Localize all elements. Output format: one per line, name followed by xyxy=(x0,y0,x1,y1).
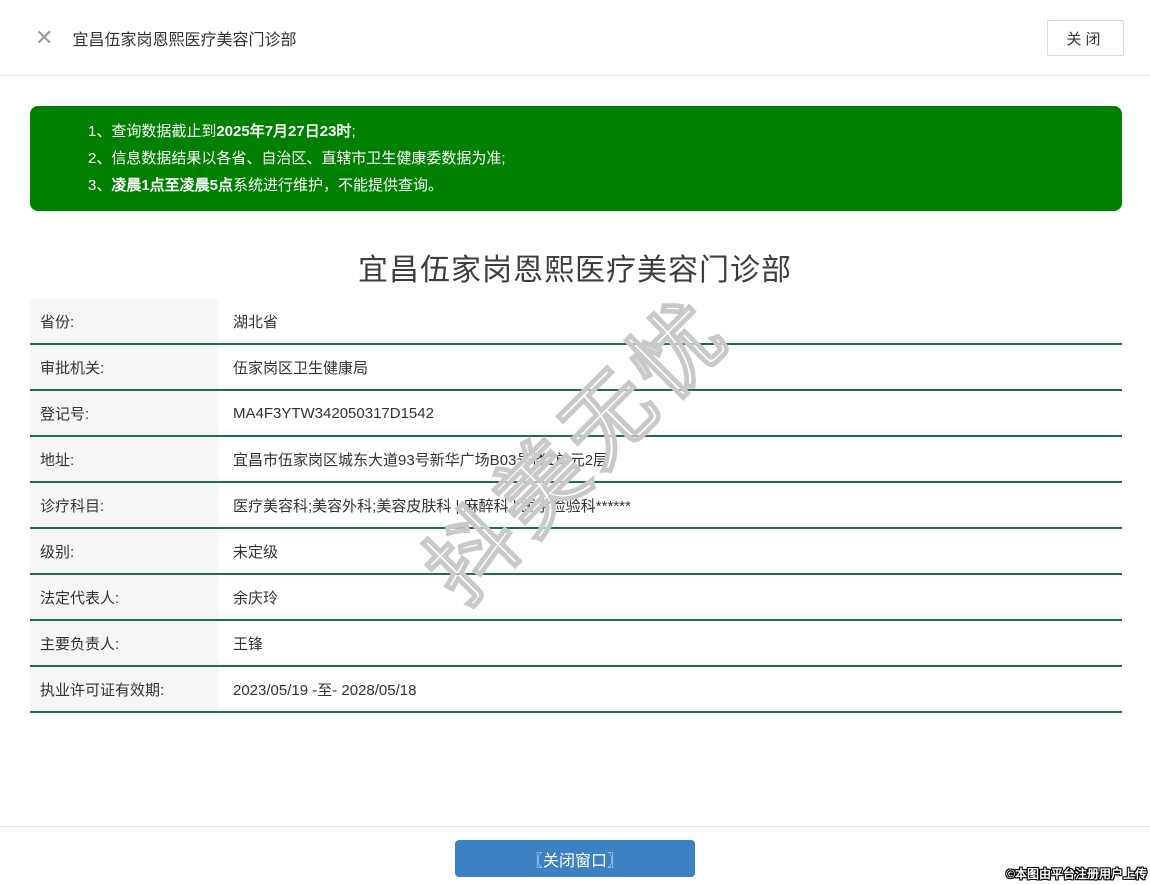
row-value: 余庆玲 xyxy=(218,575,1122,619)
notice-line-1: 1、查询数据截止到2025年7月27日23时; xyxy=(88,118,1102,145)
row-label: 执业许可证有效期: xyxy=(30,667,218,711)
row-label: 地址: xyxy=(30,437,218,481)
window-title: 宜昌伍家岗恩熙医疗美容门诊部 xyxy=(72,26,296,50)
window-header: ✕ 宜昌伍家岗恩熙医疗美容门诊部 关闭 xyxy=(0,0,1150,76)
table-row: 主要负责人: 王锋 xyxy=(30,621,1122,667)
notice-banner: 1、查询数据截止到2025年7月27日23时; 2、信息数据结果以各省、自治区、… xyxy=(30,106,1122,211)
row-label: 级别: xyxy=(30,529,218,573)
row-value: 未定级 xyxy=(218,529,1122,573)
table-row: 诊疗科目: 医疗美容科;美容外科;美容皮肤科 | 麻醉科 | 医学检验科****… xyxy=(30,483,1122,529)
notice-bold-text: 凌晨1点至凌晨5点 xyxy=(111,177,233,194)
row-label: 主要负责人: xyxy=(30,621,218,665)
table-row: 法定代表人: 余庆玲 xyxy=(30,575,1122,621)
row-value: 2023/05/19 -至- 2028/05/18 xyxy=(218,667,1122,711)
row-label: 审批机关: xyxy=(30,345,218,389)
notice-bold-text: 2025年7月27日23时 xyxy=(216,123,351,140)
row-label: 法定代表人: xyxy=(30,575,218,619)
row-value: 湖北省 xyxy=(218,299,1122,343)
notice-text: 2、信息数据结果以各省、自治区、直辖市卫生健康委数据为准; xyxy=(88,150,506,167)
notice-line-2: 2、信息数据结果以各省、自治区、直辖市卫生健康委数据为准; xyxy=(88,145,1102,172)
row-label: 登记号: xyxy=(30,391,218,435)
row-value: 伍家岗区卫生健康局 xyxy=(218,345,1122,389)
detail-table: 省份: 湖北省 审批机关: 伍家岗区卫生健康局 登记号: MA4F3YTW342… xyxy=(30,299,1122,713)
table-row: 级别: 未定级 xyxy=(30,529,1122,575)
table-row: 登记号: MA4F3YTW342050317D1542 xyxy=(30,391,1122,437)
page-title: 宜昌伍家岗恩熙医疗美容门诊部 xyxy=(0,245,1150,289)
row-label: 诊疗科目: xyxy=(30,483,218,527)
table-row: 省份: 湖北省 xyxy=(30,299,1122,345)
row-value: 宜昌市伍家岗区城东大道93号新华广场B03号楼1单元2层 xyxy=(218,437,1122,481)
close-button[interactable]: 关闭 xyxy=(1047,20,1124,56)
table-row: 地址: 宜昌市伍家岗区城东大道93号新华广场B03号楼1单元2层 xyxy=(30,437,1122,483)
close-window-button[interactable]: 〖关闭窗口〗 xyxy=(455,840,695,877)
close-icon[interactable]: ✕ xyxy=(35,27,53,49)
row-label: 省份: xyxy=(30,299,218,343)
row-value: 王锋 xyxy=(218,621,1122,665)
row-value: 医疗美容科;美容外科;美容皮肤科 | 麻醉科 | 医学检验科****** xyxy=(218,483,1122,527)
notice-text: 系统进行维护，不能提供查询。 xyxy=(233,177,443,194)
notice-text: ; xyxy=(351,123,355,140)
notice-line-3: 3、凌晨1点至凌晨5点系统进行维护，不能提供查询。 xyxy=(88,172,1102,199)
row-value: MA4F3YTW342050317D1542 xyxy=(218,391,1122,435)
notice-text: 1、查询数据截止到 xyxy=(88,123,216,140)
corner-watermark: ©本图由平台注册用户上传 xyxy=(1006,865,1147,882)
notice-text: 3、 xyxy=(88,177,111,194)
table-row: 审批机关: 伍家岗区卫生健康局 xyxy=(30,345,1122,391)
footer-divider xyxy=(0,826,1150,827)
table-row: 执业许可证有效期: 2023/05/19 -至- 2028/05/18 xyxy=(30,667,1122,713)
